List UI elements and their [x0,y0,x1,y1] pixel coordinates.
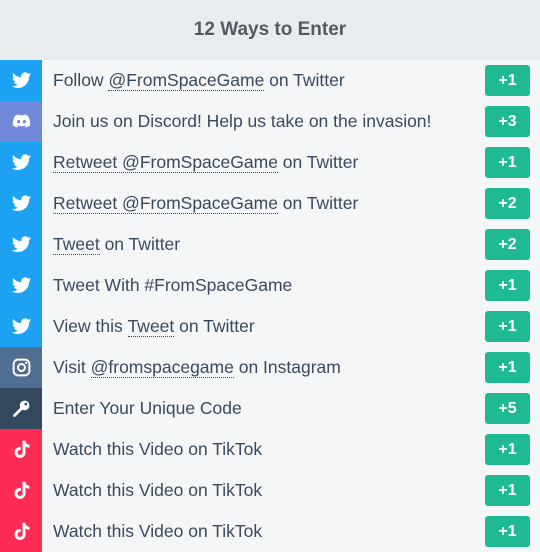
entry-label: Join us on Discord! Help us take on the … [42,101,485,142]
entry-row[interactable]: Retweet @FromSpaceGame on Twitter +1 [0,142,540,183]
entry-text: Watch this Video on TikTok [53,439,263,459]
twitter-icon [11,152,32,173]
twitter-icon-box [0,306,42,347]
page-title: 12 Ways to Enter [193,19,347,40]
points-container: +1 [485,142,540,183]
points-badge[interactable]: +5 [485,393,530,424]
entry-text-suffix: on Twitter [277,152,359,172]
points-container: +1 [485,511,540,552]
points-container: +3 [485,101,540,142]
entry-link[interactable]: Retweet @FromSpaceGame [53,193,278,215]
entry-text: Enter Your Unique Code [53,398,242,418]
entry-text: Watch this Video on TikTok [53,480,263,500]
entry-text: Follow [53,70,109,90]
entry-label: Enter Your Unique Code [42,388,485,429]
points-badge[interactable]: +1 [485,270,530,301]
entry-row[interactable]: Tweet With #FromSpaceGame +1 [0,265,540,306]
entry-text: View this [53,316,128,336]
points-badge[interactable]: +1 [485,311,530,342]
twitter-icon-box [0,183,42,224]
entry-label: Follow @FromSpaceGame on Twitter [42,60,485,101]
entry-row[interactable]: Watch this Video on TikTok +1 [0,511,540,552]
entry-row[interactable]: Watch this Video on TikTok +1 [0,429,540,470]
twitter-icon [11,193,32,214]
points-badge[interactable]: +2 [485,229,530,260]
entry-label: Watch this Video on TikTok [42,470,485,511]
points-badge[interactable]: +3 [485,106,530,137]
entry-label: Watch this Video on TikTok [42,511,485,552]
tiktok-icon [11,480,32,501]
twitter-icon [11,275,32,296]
points-container: +1 [485,60,540,101]
entry-text-suffix: on Twitter [277,193,359,213]
twitter-icon [11,70,32,91]
entry-text: Tweet With #FromSpaceGame [53,275,293,295]
twitter-icon [11,316,32,337]
tiktok-icon [11,439,32,460]
key-icon-box [0,388,42,429]
entry-text: Visit [53,357,91,377]
entry-methods-header: 12 Ways to Enter [0,0,540,60]
entry-label: Tweet on Twitter [42,224,485,265]
points-container: +1 [485,265,540,306]
twitter-icon [11,234,32,255]
entry-link[interactable]: Retweet @FromSpaceGame [53,152,278,174]
points-container: +1 [485,429,540,470]
tiktok-icon-box [0,429,42,470]
points-badge[interactable]: +1 [485,65,530,96]
points-badge[interactable]: +1 [485,352,530,383]
points-container: +1 [485,347,540,388]
entry-text-suffix: on Twitter [174,316,255,336]
twitter-icon-box [0,142,42,183]
points-container: +1 [485,470,540,511]
entry-row[interactable]: Visit @fromspacegame on Instagram +1 [0,347,540,388]
instagram-icon [11,357,32,378]
entry-label: Tweet With #FromSpaceGame [42,265,485,306]
instagram-icon-box [0,347,42,388]
entry-link[interactable]: @fromspacegame [90,357,234,379]
entry-row[interactable]: Retweet @FromSpaceGame on Twitter +2 [0,183,540,224]
points-badge[interactable]: +1 [485,147,530,178]
tiktok-icon [11,521,32,542]
entry-row[interactable]: Tweet on Twitter +2 [0,224,540,265]
discord-icon-box [0,101,42,142]
entry-label: Retweet @FromSpaceGame on Twitter [42,183,485,224]
points-badge[interactable]: +1 [485,516,530,547]
entry-link[interactable]: Tweet [127,316,175,338]
points-badge[interactable]: +1 [485,475,530,506]
entry-link[interactable]: Tweet [53,234,100,256]
entry-row[interactable]: Join us on Discord! Help us take on the … [0,101,540,142]
points-container: +2 [485,224,540,265]
entry-link[interactable]: @FromSpaceGame [108,70,265,92]
entry-text: Join us on Discord! Help us take on the … [53,111,432,131]
entry-label: View this Tweet on Twitter [42,306,485,347]
discord-icon [11,111,32,132]
points-container: +1 [485,306,540,347]
points-badge[interactable]: +1 [485,434,530,465]
entry-text-suffix: on Twitter [99,234,181,254]
entry-text: Watch this Video on TikTok [53,521,263,541]
twitter-icon-box [0,60,42,101]
points-badge[interactable]: +2 [485,188,530,219]
points-container: +2 [485,183,540,224]
tiktok-icon-box [0,511,42,552]
entry-label: Watch this Video on TikTok [42,429,485,470]
entry-row[interactable]: Enter Your Unique Code +5 [0,388,540,429]
twitter-icon-box [0,265,42,306]
entry-row[interactable]: Follow @FromSpaceGame on Twitter +1 [0,60,540,101]
entry-text-suffix: on Twitter [264,70,345,90]
entry-row[interactable]: Watch this Video on TikTok +1 [0,470,540,511]
entry-text-suffix: on Instagram [233,357,341,377]
entry-row[interactable]: View this Tweet on Twitter +1 [0,306,540,347]
entry-methods-list: Follow @FromSpaceGame on Twitter +1 Join u… [0,60,540,552]
twitter-icon-box [0,224,42,265]
entry-label: Visit @fromspacegame on Instagram [42,347,485,388]
tiktok-icon-box [0,470,42,511]
entry-label: Retweet @FromSpaceGame on Twitter [42,142,485,183]
points-container: +5 [485,388,540,429]
key-icon [11,398,32,419]
